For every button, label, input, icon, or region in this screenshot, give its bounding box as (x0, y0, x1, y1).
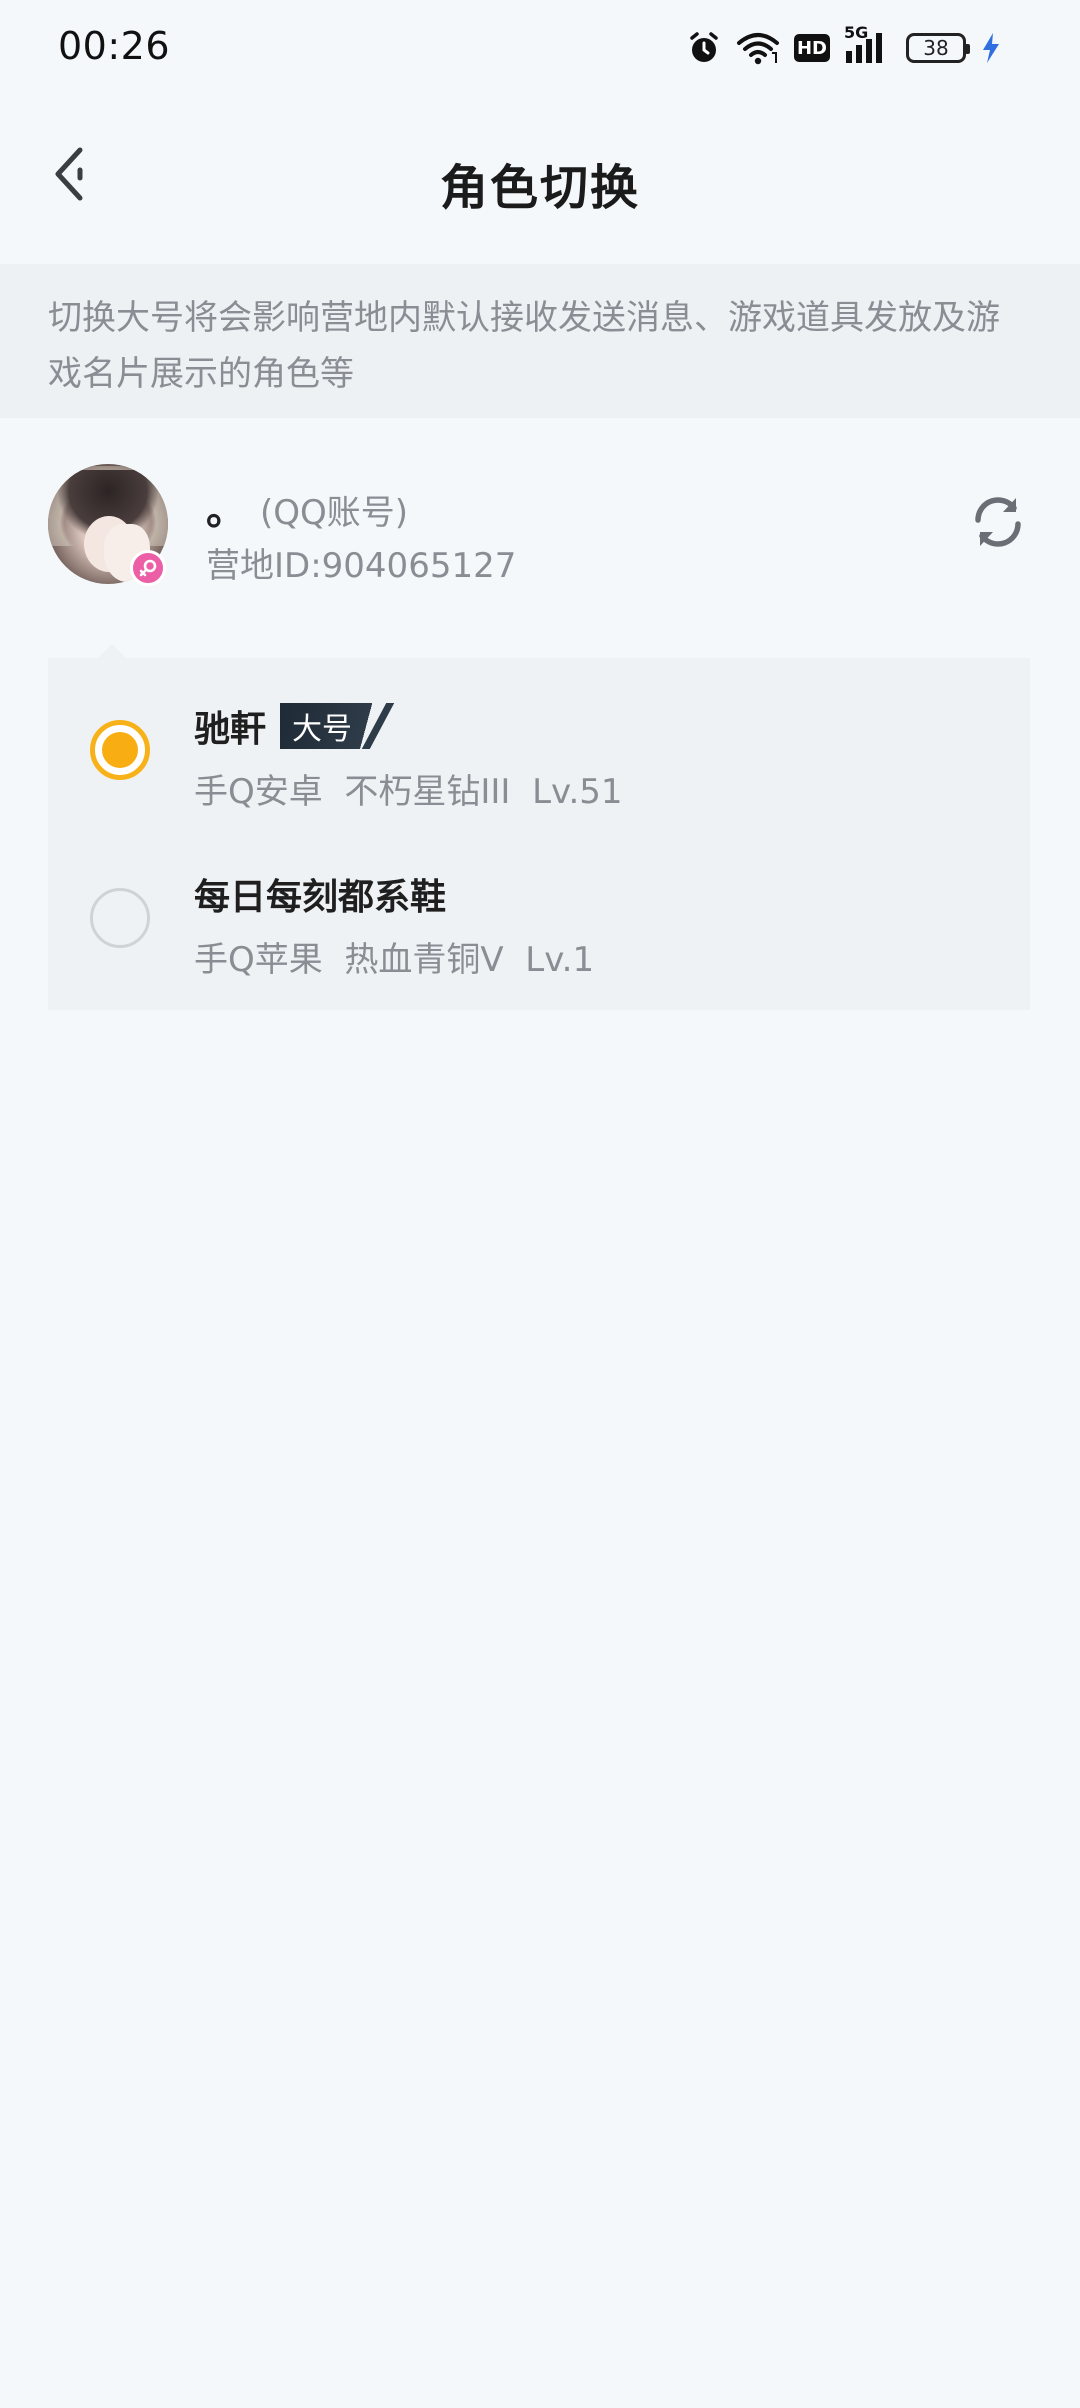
role-detail: 手Q安卓 不朽星钻III Lv.51 (194, 772, 623, 812)
refresh-icon (966, 490, 1030, 558)
role-detail: 手Q苹果 热血青铜V Lv.1 (194, 940, 595, 980)
battery-icon: 38 (906, 33, 970, 63)
charging-icon (980, 31, 1002, 65)
role-item-0[interactable]: 驰軒 大号 手Q安卓 不朽星钻III Lv.51 (48, 664, 1030, 832)
switch-notice: 切换大号将会影响营地内默认接收发送消息、游戏道具发放及游戏名片展示的角色等 (0, 264, 1080, 418)
camp-id: 营地ID:904065127 (206, 546, 517, 586)
network-type-label: 5G (844, 23, 869, 42)
role-radio-selected[interactable] (90, 720, 150, 780)
status-time: 00:26 (58, 24, 171, 68)
status-icons: HD 5G 38 (686, 23, 1002, 72)
main-account-badge: 大号 (280, 703, 387, 749)
role-name: 每日每刻都系鞋 (194, 877, 447, 918)
account-header: 。 (QQ账号) 营地ID:904065127 (0, 440, 1080, 610)
wifi-icon (736, 31, 780, 65)
role-item-1[interactable]: 每日每刻都系鞋 手Q苹果 热血青铜V Lv.1 (48, 832, 1030, 1000)
signal-icon: 5G (844, 23, 892, 65)
alarm-icon (686, 30, 722, 66)
role-list: 驰軒 大号 手Q安卓 不朽星钻III Lv.51 每日每刻都系鞋 手Q苹果 热血… (48, 644, 1030, 1010)
account-name: 。 (206, 488, 246, 534)
status-bar: 00:26 HD 5G 38 (0, 0, 1080, 96)
panel-pointer (98, 644, 126, 658)
role-name-row: 驰軒 大号 (194, 700, 387, 752)
role-radio-unselected[interactable] (90, 888, 150, 948)
female-gender-icon (130, 550, 166, 586)
page-title: 角色切换 (439, 160, 640, 216)
role-name: 驰軒 (194, 709, 267, 750)
nav-bar: 角色切换 (0, 96, 1080, 264)
role-name-row: 每日每刻都系鞋 (194, 868, 446, 920)
hd-icon: HD (794, 34, 830, 62)
refresh-button[interactable] (966, 492, 1030, 556)
account-type: (QQ账号) (260, 493, 409, 533)
account-name-row: 。 (QQ账号) (206, 478, 408, 536)
